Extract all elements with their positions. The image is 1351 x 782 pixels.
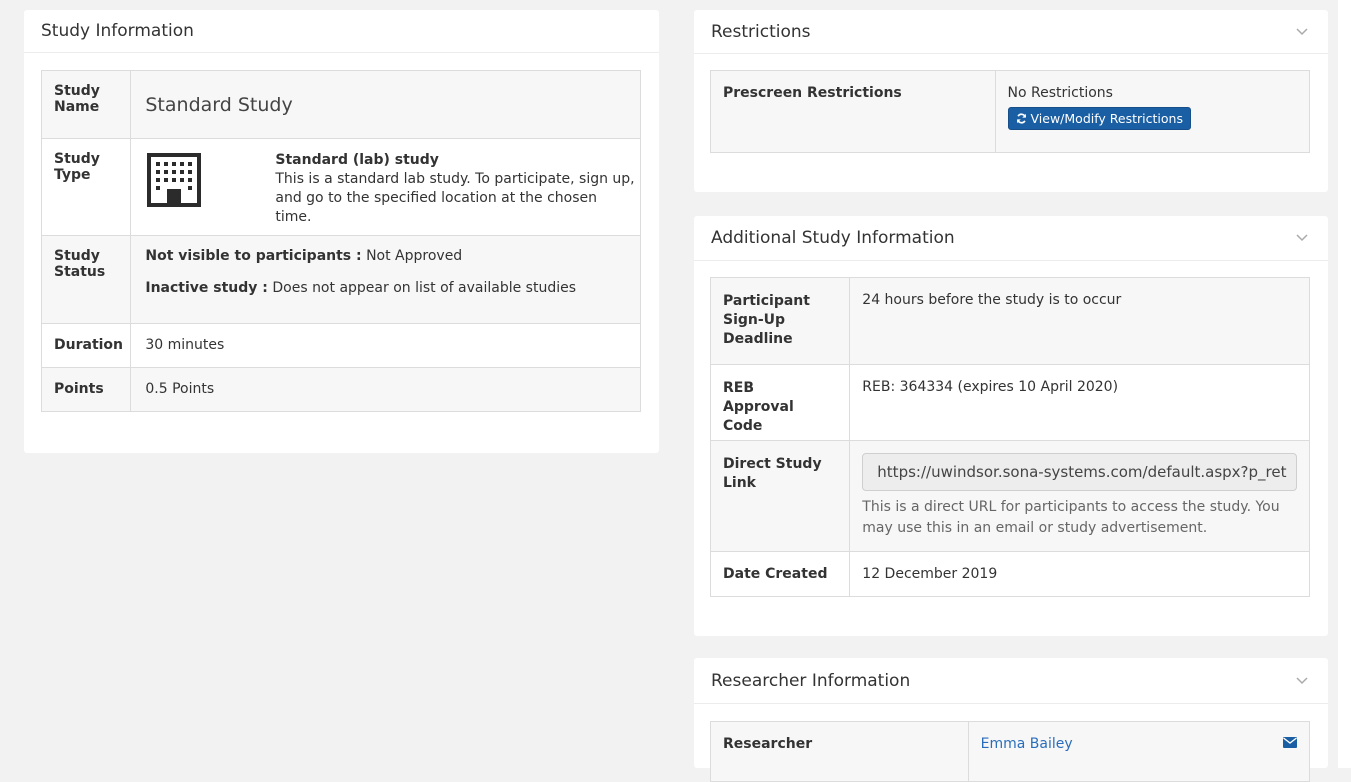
table-row: Date Created 12 December 2019 — [709, 551, 1310, 597]
view-modify-restrictions-button[interactable]: View/Modify Restrictions — [1007, 107, 1191, 130]
envelope-icon[interactable] — [1283, 737, 1297, 748]
building-icon — [145, 151, 203, 209]
study-type-description: This is a standard lab study. To partici… — [275, 171, 635, 225]
chevron-down-icon[interactable] — [1295, 674, 1309, 688]
table-row: Study Type Standard (lab) study This is … — [40, 138, 641, 236]
restrictions-panel: Restrictions Prescreen Restrictions No R… — [694, 10, 1328, 192]
additional-study-information-panel: Additional Study Information Participant… — [694, 216, 1328, 636]
table-row: Study Status Not visible to participants… — [40, 235, 641, 324]
chevron-down-icon[interactable] — [1295, 231, 1309, 245]
panel-title: Study Information — [41, 21, 194, 41]
study-status-label: Study Status — [54, 248, 106, 280]
panel-header[interactable]: Researcher Information — [694, 658, 1328, 704]
study-name-label: Study Name — [54, 83, 100, 115]
points-value: 0.5 Points — [145, 381, 215, 397]
panel-header[interactable]: Restrictions — [694, 10, 1328, 54]
researcher-information-panel: Researcher Information Researcher Emma B… — [694, 658, 1328, 782]
direct-study-link-help: This is a direct URL for participants to… — [862, 499, 1280, 536]
panel-title: Restrictions — [711, 21, 811, 42]
study-information-panel: Study Information Study Name Standard St… — [24, 10, 659, 453]
table-row: Researcher Emma Bailey — [710, 721, 1311, 782]
panel-header[interactable]: Additional Study Information — [694, 216, 1328, 261]
date-created-label: Date Created — [723, 566, 828, 582]
table-row: Direct Study Link https://uwindsor.sona-… — [709, 440, 1310, 552]
view-modify-restrictions-label: View/Modify Restrictions — [1030, 111, 1183, 126]
study-name-value: Standard Study — [145, 94, 293, 116]
panel-title: Researcher Information — [711, 670, 911, 691]
table-row: Participant Sign-Up Deadline 24 hours be… — [709, 277, 1310, 365]
prescreen-restrictions-value: No Restrictions — [1007, 85, 1113, 101]
direct-study-link-label: Direct Study Link — [723, 456, 822, 491]
chevron-down-icon[interactable] — [1295, 25, 1309, 39]
study-information-table: Study Name Standard Study Study Type Sta… — [40, 70, 641, 412]
table-row: Duration 30 minutes — [40, 323, 641, 368]
direct-study-link-field[interactable]: https://uwindsor.sona-systems.com/defaul… — [862, 453, 1298, 491]
date-created-value: 12 December 2019 — [862, 566, 998, 582]
signup-deadline-value: 24 hours before the study is to occur — [862, 292, 1122, 308]
active-status-label: Inactive study : — [145, 280, 268, 296]
panel-header: Study Information — [24, 10, 659, 53]
table-row: Study Name Standard Study — [40, 70, 641, 139]
scrollbar-track[interactable] — [1338, 0, 1351, 768]
restrictions-table: Prescreen Restrictions No Restrictions V… — [710, 70, 1311, 153]
researcher-label: Researcher — [723, 736, 813, 752]
duration-label: Duration — [54, 337, 124, 353]
prescreen-restrictions-label: Prescreen Restrictions — [723, 85, 902, 101]
study-type-title: Standard (lab) study — [275, 152, 439, 168]
researcher-name-link[interactable]: Emma Bailey — [981, 736, 1283, 752]
table-row: Prescreen Restrictions No Restrictions V… — [710, 70, 1311, 153]
visibility-status-value: Not Approved — [366, 248, 463, 264]
reb-approval-code-value: REB: 364334 (expires 10 April 2020) — [862, 379, 1119, 395]
table-row: Points 0.5 Points — [40, 367, 641, 412]
panel-title: Additional Study Information — [711, 228, 955, 248]
refresh-icon — [1016, 113, 1027, 124]
active-status-value: Does not appear on list of available stu… — [272, 280, 577, 296]
study-type-label: Study Type — [54, 151, 100, 183]
visibility-status-label: Not visible to participants : — [145, 248, 362, 264]
reb-approval-code-label: REB Approval Code — [723, 380, 794, 434]
researcher-information-table: Researcher Emma Bailey — [710, 721, 1311, 782]
signup-deadline-label: Participant Sign-Up Deadline — [723, 293, 810, 347]
duration-value: 30 minutes — [145, 337, 225, 353]
table-row: REB Approval Code REB: 364334 (expires 1… — [709, 364, 1310, 441]
points-label: Points — [54, 381, 104, 397]
additional-information-table: Participant Sign-Up Deadline 24 hours be… — [709, 277, 1310, 597]
